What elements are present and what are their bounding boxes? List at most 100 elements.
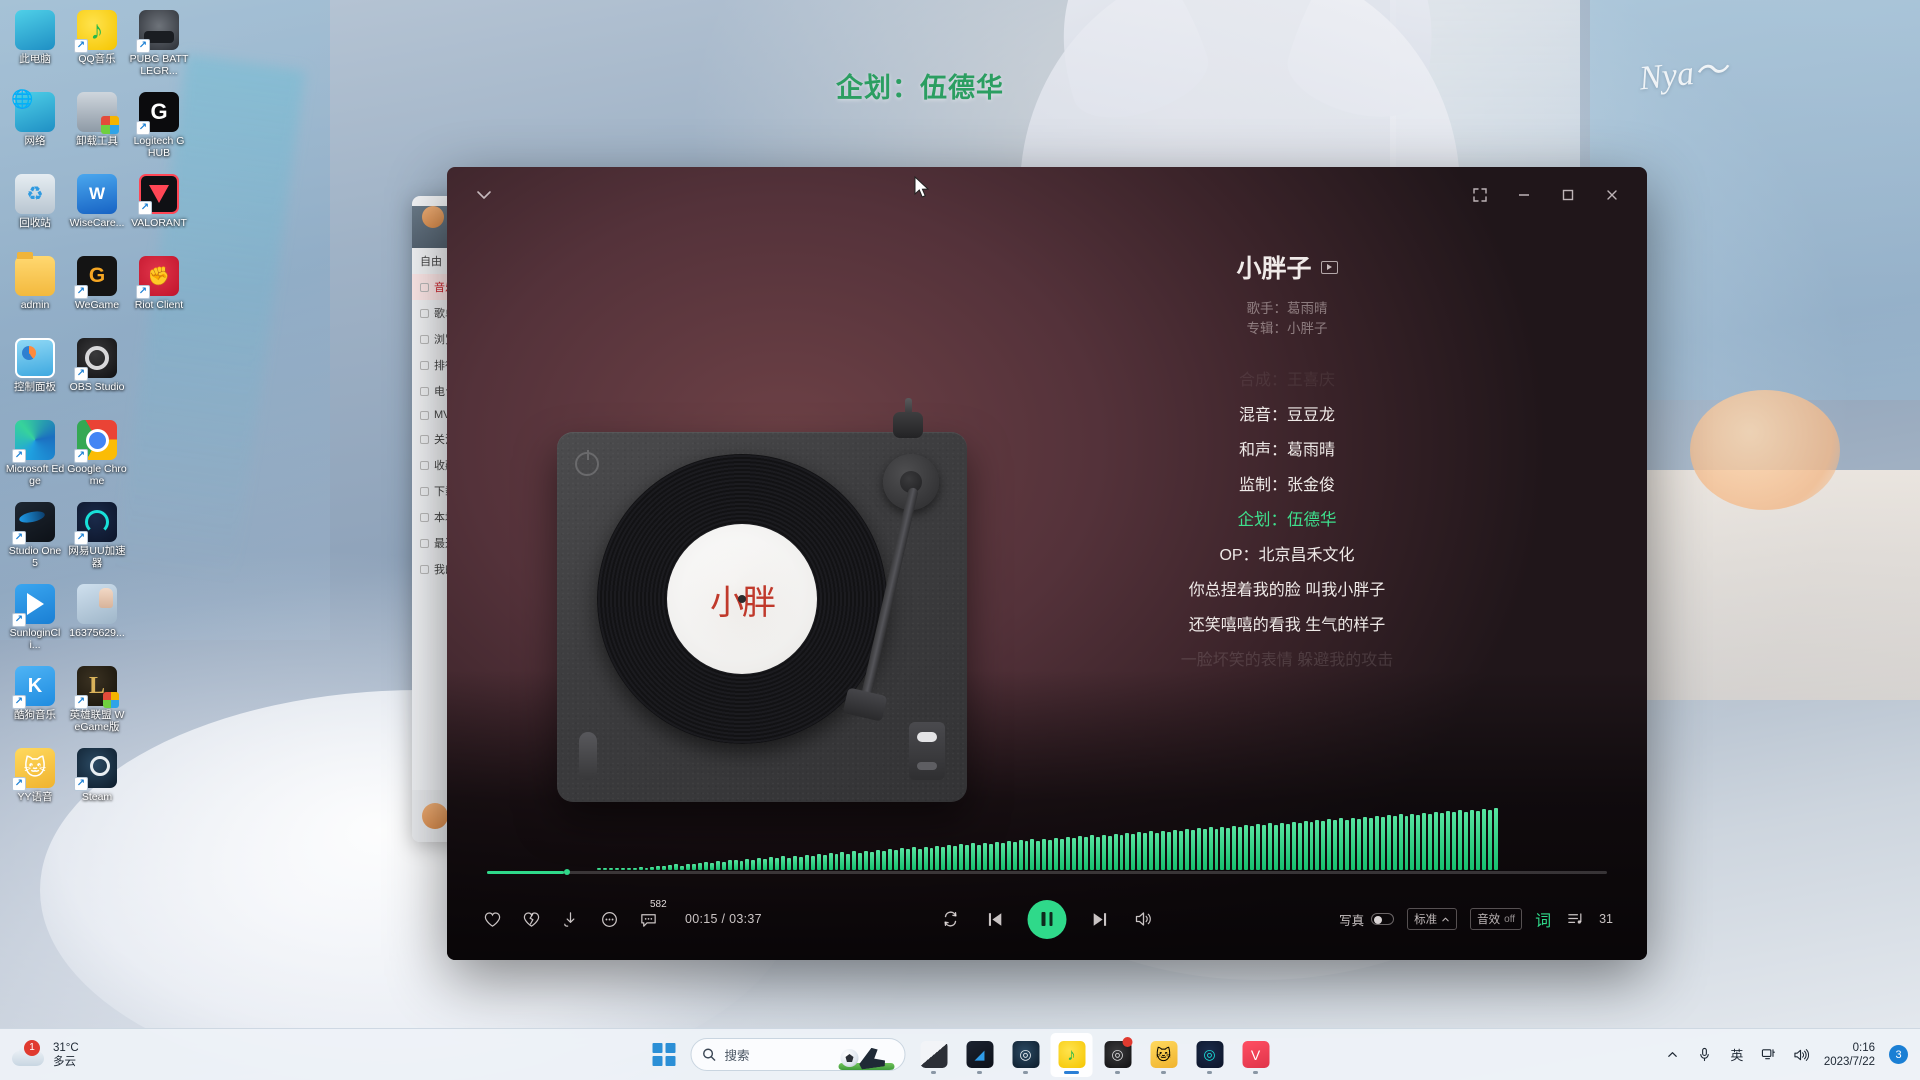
volume-icon[interactable] xyxy=(1133,908,1155,930)
taskbar-steam-app[interactable]: ◎ xyxy=(1005,1033,1047,1077)
favorite-icon[interactable] xyxy=(481,908,503,930)
playback-time: 00:15 / 03:37 xyxy=(685,912,762,926)
desktop-icon-uninstall-tool-icon[interactable]: 卸载工具 xyxy=(66,86,128,164)
music-player-window[interactable]: 小胖 小胖子 歌手：葛雨晴 专辑：小胖子 合成：王喜庆 混音：豆豆龙 和声：葛雨晴监… xyxy=(447,167,1647,960)
progress-track[interactable] xyxy=(487,871,1607,874)
chevron-up-icon[interactable] xyxy=(1664,1046,1682,1064)
shortcut-overlay-icon xyxy=(12,531,26,545)
search-input[interactable]: 搜索 xyxy=(690,1038,906,1071)
desktop-icon-wegame-icon[interactable]: WeGame xyxy=(66,250,128,328)
photo-mode-toggle[interactable]: 写真 xyxy=(1339,910,1395,929)
desktop-icon-logitech-g-hub-icon[interactable]: Logitech G HUB xyxy=(128,86,190,164)
comment-button[interactable]: 582 xyxy=(637,899,667,930)
desktop-icon-google-chrome-icon[interactable]: Google Chrome xyxy=(66,414,128,492)
chevron-down-icon[interactable] xyxy=(471,182,497,208)
avatar[interactable] xyxy=(422,803,448,829)
desktop-icon-obs-studio-icon[interactable]: OBS Studio xyxy=(66,332,128,410)
windows-start-icon[interactable] xyxy=(644,1035,684,1075)
desktop-icon-computer-icon[interactable]: 此电脑 xyxy=(4,4,66,82)
spectrum-bar xyxy=(792,855,797,870)
wallpaper-cat-ear xyxy=(1032,0,1218,133)
ime-indicator[interactable]: 英 xyxy=(1728,1046,1746,1064)
desktop-icon-valorant-icon[interactable]: VALORANT xyxy=(128,168,190,246)
pause-button[interactable] xyxy=(1027,899,1067,939)
mv-icon[interactable] xyxy=(1320,260,1338,274)
spectrum-bar xyxy=(994,841,999,870)
desktop-icon-kugou-music-icon[interactable]: 酷狗音乐 xyxy=(4,660,66,738)
taskbar-file-explorer-app[interactable] xyxy=(913,1033,955,1077)
comment-icon[interactable] xyxy=(637,908,659,930)
spectrum-bar xyxy=(1422,812,1427,870)
taskbar-qq-music-app[interactable]: ♪ xyxy=(1050,1032,1093,1077)
desktop-icon-studio-one-icon[interactable]: Studio One 5 xyxy=(4,496,66,574)
spectrum-bar xyxy=(1380,817,1385,870)
sound-effects-button[interactable]: 音效 off xyxy=(1470,908,1523,930)
desktop-icon-label: PUBG BATTLEGR... xyxy=(129,53,189,77)
desktop-icon-recycle-bin-icon[interactable]: 回收站 xyxy=(4,168,66,246)
spectrum-bar xyxy=(697,862,702,870)
desktop[interactable]: Nya～ 企划：伍德华 此电脑 QQ音乐 PUBG BATTLEGR... 网络 卸载工… xyxy=(0,0,1920,1080)
desktop-icon-image-thumbnail-icon[interactable]: 16375629... xyxy=(66,578,128,656)
lyric-line-active: 企划：伍德华 xyxy=(1237,511,1337,529)
spectrum-bar xyxy=(1392,816,1397,870)
notification-badge[interactable]: 3 xyxy=(1889,1045,1908,1064)
desktop-icon-sunlogin-client-icon[interactable]: SunloginCli... xyxy=(4,578,66,656)
spectrum-bar xyxy=(721,862,726,870)
previous-track-icon[interactable] xyxy=(984,908,1006,930)
spectrum-bar xyxy=(1214,828,1219,870)
desktop-icon-label: 16375629... xyxy=(69,627,125,639)
maximize-icon[interactable] xyxy=(1555,182,1581,208)
lyrics-list: 合成：王喜庆 混音：豆豆龙 和声：葛雨晴 监制：张金俊 企划：伍德华 OP：北京昌禾文化你… xyxy=(927,363,1647,678)
minimize-icon[interactable] xyxy=(1511,182,1537,208)
desktop-icon-wise-care-icon[interactable]: WiseCare... xyxy=(66,168,128,246)
more-options-icon[interactable] xyxy=(598,908,620,930)
spectrum-bar xyxy=(1256,824,1260,870)
repeat-icon[interactable] xyxy=(940,908,962,930)
avatar[interactable] xyxy=(422,206,444,228)
lyrics-toggle-button[interactable]: 词 xyxy=(1535,907,1551,931)
desktop-icon-network-icon[interactable]: 网络 xyxy=(4,86,66,164)
desktop-icon-steam-icon[interactable]: Steam xyxy=(66,742,128,820)
taskbar-valorant-app[interactable]: V xyxy=(1235,1033,1277,1077)
spectrum-bar xyxy=(1315,820,1320,870)
running-indicator xyxy=(1253,1070,1258,1074)
taskbar-netease-uu-app[interactable]: ◎ xyxy=(1189,1033,1231,1077)
desktop-icon-qq-music-icon[interactable]: QQ音乐 xyxy=(66,4,128,82)
desktop-icon-pubg-icon[interactable]: PUBG BATTLEGR... xyxy=(128,4,190,82)
desktop-icon-label: WiseCare... xyxy=(69,217,125,229)
download-icon[interactable] xyxy=(559,908,581,930)
progress-knob[interactable] xyxy=(564,869,571,875)
close-icon[interactable] xyxy=(1599,182,1625,208)
lyric-line: 监制：张金俊 xyxy=(1238,477,1335,494)
clock[interactable]: 0:16 2023/7/22 xyxy=(1824,1041,1875,1069)
desktop-icon-control-panel-icon[interactable]: 控制面板 xyxy=(4,332,66,410)
spectrum-bar xyxy=(1309,822,1314,870)
volume-icon[interactable] xyxy=(1792,1046,1810,1064)
desktop-icon-microsoft-edge-icon[interactable]: Microsoft Edge xyxy=(4,414,66,492)
weather-widget[interactable]: 1 31°C 多云 xyxy=(0,1039,200,1069)
toggle-switch[interactable] xyxy=(1371,913,1395,925)
desktop-icon-riot-client-icon[interactable]: Riot Client xyxy=(128,250,190,328)
fullscreen-icon[interactable] xyxy=(1467,182,1493,208)
steam-app-icon: ◎ xyxy=(1012,1041,1039,1068)
taskbar[interactable]: 1 31°C 多云 搜索 ◢ ◎ ♪ ◎ 🐱 ◎ V 英 0:16 2023/7… xyxy=(0,1028,1920,1080)
spectrum-bar xyxy=(953,846,958,870)
spectrum-bar xyxy=(893,850,898,870)
taskbar-yy-voice-app[interactable]: 🐱 xyxy=(1143,1033,1185,1077)
progress-bar[interactable] xyxy=(487,869,1607,875)
next-track-icon[interactable] xyxy=(1089,908,1111,930)
desktop-icon-netease-uu-icon[interactable]: 网易UU加速器 xyxy=(66,496,128,574)
desktop-icon-lol-wegame-icon[interactable]: 英雄联盟 WeGame版 xyxy=(66,660,128,738)
dislike-icon[interactable] xyxy=(520,908,542,930)
network-icon[interactable] xyxy=(1760,1046,1778,1064)
taskbar-photoshop-app[interactable]: ◢ xyxy=(959,1033,1001,1077)
quality-selector[interactable]: 标准 xyxy=(1407,908,1458,930)
playlist-icon[interactable] xyxy=(1564,908,1586,930)
desktop-icon-yy-voice-icon[interactable]: YY语音 xyxy=(4,742,66,820)
desktop-icon-folder-icon[interactable]: admin xyxy=(4,250,66,328)
microphone-icon[interactable] xyxy=(1696,1046,1714,1064)
wallpaper-decor xyxy=(1690,390,1840,510)
spectrum-bar xyxy=(810,855,815,870)
song-info-panel: 小胖子 歌手：葛雨晴 专辑：小胖子 合成：王喜庆 混音：豆豆龙 和声：葛雨晴 监制：张… xyxy=(927,227,1647,787)
taskbar-obs-studio-app[interactable]: ◎ xyxy=(1097,1033,1139,1077)
